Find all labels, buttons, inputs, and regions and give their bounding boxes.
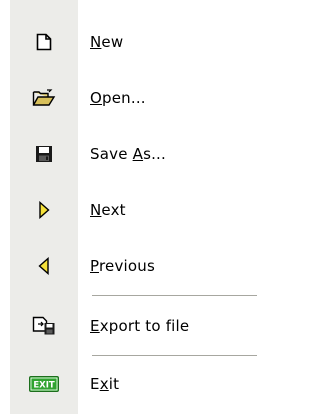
menu-item-export-label: Export to file (90, 317, 190, 335)
menu-item-exit[interactable]: EXIT Exit (10, 364, 260, 404)
menu-item-save-as-label: Save As... (90, 145, 166, 163)
triangle-left-icon (10, 246, 78, 286)
open-folder-icon (10, 78, 78, 118)
export-file-icon (10, 306, 78, 346)
menu-item-next-label: Next (90, 201, 126, 219)
menu-item-exit-label: Exit (90, 375, 120, 393)
menu-separator (92, 355, 257, 356)
exit-sign-icon: EXIT (10, 364, 78, 404)
menu-item-new-label: New (90, 33, 124, 51)
menu-item-export-to-file[interactable]: Export to file (10, 306, 260, 346)
menu-item-previous[interactable]: Previous (10, 246, 260, 286)
menu-item-open[interactable]: Open... (10, 78, 260, 118)
menu-item-previous-label: Previous (90, 257, 155, 275)
menu-separator (92, 295, 257, 296)
svg-text:EXIT: EXIT (33, 381, 55, 391)
menu-item-save-as[interactable]: Save As... (10, 134, 260, 174)
triangle-right-icon (10, 190, 78, 230)
menu-item-next[interactable]: Next (10, 190, 260, 230)
menu-item-open-label: Open... (90, 89, 146, 107)
new-document-icon (10, 22, 78, 62)
context-menu: New Open... Save As... Next Previous Exp… (0, 0, 265, 414)
menu-item-new[interactable]: New (10, 22, 260, 62)
floppy-disk-icon (10, 134, 78, 174)
